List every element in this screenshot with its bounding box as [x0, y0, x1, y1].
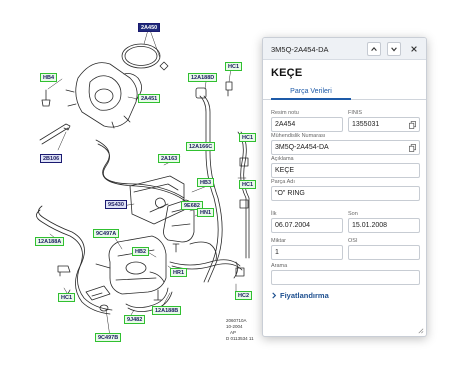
drawing-note-value[interactable]: 2A454 [271, 117, 343, 132]
field-label: Miktar [271, 238, 286, 244]
description-value[interactable]: KEÇE [271, 163, 420, 178]
last-date-value[interactable]: 15.01.2008 [348, 218, 420, 233]
callout-2a451[interactable]: 2A451 [138, 94, 161, 103]
part-details-panel: 3M5Q-2A454-DA KEÇE Parça Verileri Resim … [262, 37, 427, 337]
resize-icon[interactable] [417, 327, 424, 334]
field-label: FINIS [348, 110, 363, 116]
close-button[interactable] [407, 42, 421, 56]
bracket-part [129, 175, 185, 225]
panel-tabs: Parça Verileri [263, 84, 426, 100]
callout-hc2[interactable]: HC2 [235, 291, 253, 300]
callout-2b106[interactable]: 2B106 [40, 154, 63, 163]
field-label: OSI [348, 238, 358, 244]
egr-valve-part [108, 235, 167, 295]
callout-12a166c[interactable]: 12A166C [186, 142, 216, 151]
field-drawing-note: Resim notu 2A454 [271, 110, 343, 132]
field-label: Arama [271, 263, 288, 269]
app-window: 2A450 HB4 2A451 2B106 12A188D HC1 HC1 HC… [0, 0, 452, 379]
panel-header: 3M5Q-2A454-DA [263, 38, 426, 60]
field-label: Son [348, 211, 358, 217]
copy-icon[interactable] [409, 121, 416, 129]
callout-hb2[interactable]: HB2 [132, 247, 150, 256]
tab-part-data[interactable]: Parça Verileri [271, 84, 351, 100]
pricing-section-toggle[interactable]: Fiyatlandırma [271, 291, 329, 300]
callout-hb3[interactable]: HB3 [197, 178, 215, 187]
callout-hn1[interactable]: HN1 [197, 208, 215, 217]
search-value[interactable] [271, 270, 420, 285]
next-button[interactable] [387, 42, 401, 56]
callout-9s430[interactable]: 9S430 [105, 200, 127, 209]
copy-icon[interactable] [409, 144, 416, 152]
field-first-date: İlk 06.07.2004 [271, 211, 343, 233]
callout-hc1-right-2[interactable]: HC1 [239, 180, 257, 189]
engineering-number-text: 3M5Q-2A454-DA [275, 144, 329, 151]
field-label: Açıklama [271, 156, 294, 162]
field-last-date: Son 15.01.2008 [348, 211, 420, 233]
field-description: Açıklama KEÇE [271, 156, 420, 178]
field-search: Arama [271, 263, 420, 285]
callout-hr1[interactable]: HR1 [170, 268, 188, 277]
field-part-name: Parça Adı "O" RING [271, 179, 420, 201]
callout-9j482[interactable]: 9J482 [124, 315, 146, 324]
field-label: Mühendislik Numarası [271, 133, 326, 139]
first-date-value[interactable]: 06.07.2004 [271, 218, 343, 233]
callout-hc1-top[interactable]: HC1 [225, 62, 243, 71]
callout-12a188a[interactable]: 12A188A [35, 237, 65, 246]
finis-text: 1355031 [352, 121, 380, 128]
callout-9c497b[interactable]: 9C497B [95, 333, 122, 342]
field-label: Resim notu [271, 110, 299, 116]
diagram-meta: 2060710A 10-2004 AP D 0113534 11 [226, 318, 254, 342]
callout-hb4[interactable]: HB4 [40, 73, 58, 82]
osi-value[interactable] [348, 245, 420, 260]
part-title: KEÇE [271, 67, 303, 79]
engineering-number-value[interactable]: 3M5Q-2A454-DA [271, 140, 420, 155]
o-ring-part [121, 43, 161, 69]
close-icon [411, 46, 417, 52]
quantity-value[interactable]: 1 [271, 245, 343, 260]
callout-12a188b[interactable]: 12A188B [152, 306, 182, 315]
field-finis: FINIS 1355031 [348, 110, 420, 132]
field-label: İlk [271, 211, 277, 217]
callout-hc1-bottom[interactable]: HC1 [58, 293, 76, 302]
callout-12a188d[interactable]: 12A188D [188, 73, 218, 82]
callout-hc1-right[interactable]: HC1 [239, 133, 257, 142]
finis-value[interactable]: 1355031 [348, 117, 420, 132]
chevron-up-icon [371, 46, 377, 51]
field-label: Parça Adı [271, 179, 295, 185]
field-quantity: Miktar 1 [271, 238, 343, 260]
throttle-body-part [75, 62, 138, 128]
callout-9c497a[interactable]: 9C497A [93, 229, 120, 238]
part-name-value[interactable]: "O" RING [271, 186, 420, 201]
pricing-label: Fiyatlandırma [280, 291, 329, 300]
meta-line: D 0113534 11 [226, 336, 254, 341]
panel-part-number: 3M5Q-2A454-DA [271, 45, 329, 54]
callout-2a450[interactable]: 2A450 [138, 23, 161, 32]
chevron-right-icon [272, 291, 277, 299]
field-osi: OSI [348, 238, 420, 260]
chevron-down-icon [391, 47, 397, 52]
field-engineering-number: Mühendislik Numarası 3M5Q-2A454-DA [271, 133, 420, 155]
previous-button[interactable] [367, 42, 381, 56]
callout-2a163[interactable]: 2A163 [158, 154, 181, 163]
